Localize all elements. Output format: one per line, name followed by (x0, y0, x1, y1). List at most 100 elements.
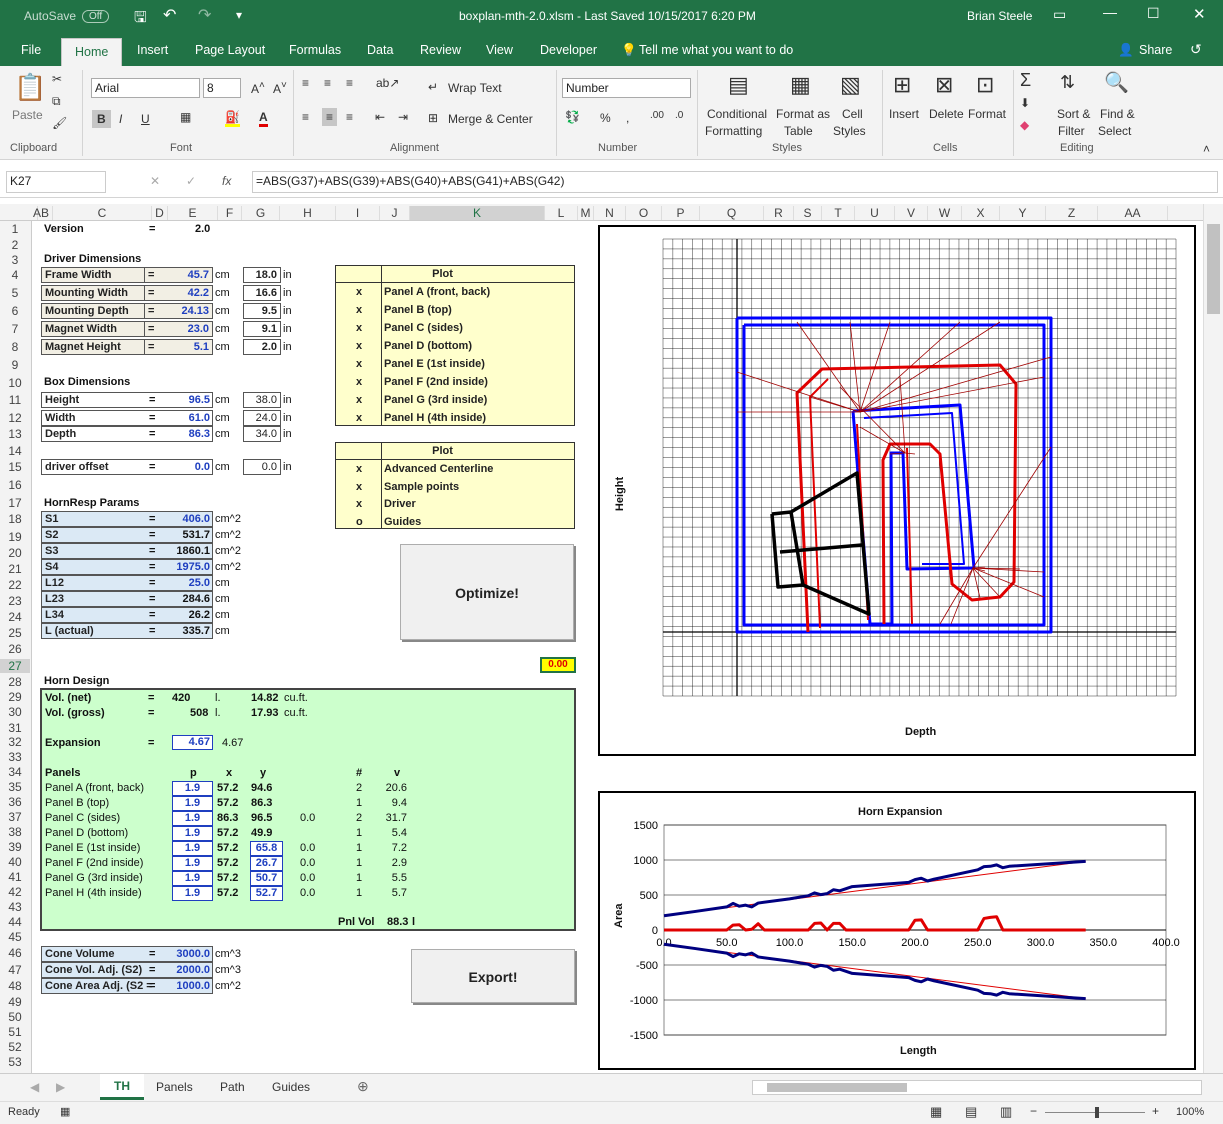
row-header-25[interactable]: 25 (0, 626, 30, 640)
row-header-6[interactable]: 6 (0, 304, 30, 318)
delete-cells-button[interactable]: Delete (929, 107, 964, 121)
tab-review[interactable]: Review (420, 43, 461, 57)
row-header-49[interactable]: 49 (0, 995, 30, 1009)
tab-sheet-th[interactable]: TH (100, 1074, 144, 1100)
name-box[interactable]: K27 (6, 171, 106, 193)
export-button[interactable]: Export! (411, 949, 575, 1003)
row-header-5[interactable]: 5 (0, 286, 30, 300)
cone-value[interactable]: 1000.0 (163, 979, 210, 993)
row-header-8[interactable]: 8 (0, 340, 30, 354)
accounting-icon[interactable]: 💱 (565, 110, 580, 124)
layout-chart[interactable]: Depth Height (598, 225, 1196, 756)
panel-p-input[interactable]: 1.9 (172, 856, 213, 871)
vertical-scrollbar[interactable] (1203, 204, 1223, 1073)
autosave-toggle[interactable]: Off (82, 10, 110, 23)
offset-in-value[interactable]: 0.0 (243, 459, 281, 475)
row-header-21[interactable]: 21 (0, 562, 30, 576)
panel-y-input[interactable]: 50.7 (250, 871, 283, 886)
font-size-box[interactable]: 8 (203, 78, 241, 98)
normal-view-icon[interactable]: ▦ (930, 1104, 942, 1120)
undo-icon[interactable]: ↶ (163, 5, 176, 25)
box-cm-value[interactable]: 61.0 (170, 411, 210, 425)
redo-icon[interactable]: ↷ (198, 5, 211, 25)
format-cells-button[interactable]: Format (968, 107, 1006, 121)
row-header-46[interactable]: 46 (0, 946, 30, 960)
row-header-51[interactable]: 51 (0, 1025, 30, 1039)
row-header-33[interactable]: 33 (0, 750, 30, 764)
row-header-30[interactable]: 30 (0, 705, 30, 719)
hornresp-value[interactable]: 1975.0 (163, 560, 210, 574)
align-left-icon[interactable]: ≡ (302, 110, 309, 124)
hornresp-value[interactable]: 1860.1 (163, 544, 210, 558)
row-header-40[interactable]: 40 (0, 855, 30, 869)
conditional-formatting-button[interactable]: Conditional (707, 107, 767, 121)
shrink-font-icon[interactable]: A˅ (273, 80, 287, 96)
row-header-35[interactable]: 35 (0, 780, 30, 794)
row-header-31[interactable]: 31 (0, 721, 30, 735)
col-header-J[interactable]: J (380, 206, 410, 220)
row-header-24[interactable]: 24 (0, 610, 30, 624)
col-header-C[interactable]: C (53, 206, 152, 220)
tab-developer[interactable]: Developer (540, 43, 597, 57)
align-bottom-icon[interactable]: ≡ (346, 76, 353, 90)
worksheet-grid[interactable]: Version = 2.0 Driver Dimensions Frame Wi… (33, 221, 1203, 1073)
row-header-38[interactable]: 38 (0, 825, 30, 839)
row-header-44[interactable]: 44 (0, 915, 30, 929)
insert-cells-button[interactable]: Insert (889, 107, 919, 121)
col-header-M[interactable]: M (578, 206, 594, 220)
box-cm-value[interactable]: 96.5 (170, 393, 210, 407)
col-header-F[interactable]: F (218, 206, 242, 220)
col-header-AA[interactable]: AA (1098, 206, 1168, 220)
col-header-I[interactable]: I (336, 206, 380, 220)
row-header-28[interactable]: 28 (0, 675, 30, 689)
row-header-52[interactable]: 52 (0, 1040, 30, 1054)
align-right-icon[interactable]: ≡ (346, 110, 353, 124)
cancel-icon[interactable]: ✕ (150, 174, 160, 188)
col-header-O[interactable]: O (626, 206, 662, 220)
paste-icon[interactable]: 📋 (14, 72, 46, 103)
row-header-37[interactable]: 37 (0, 810, 30, 824)
add-sheet-icon[interactable]: ⊕ (357, 1078, 369, 1095)
plot-mark[interactable]: x (356, 339, 362, 353)
driver-cm-value[interactable]: 5.1 (170, 339, 213, 355)
row-header-23[interactable]: 23 (0, 594, 30, 608)
row-header-39[interactable]: 39 (0, 840, 30, 854)
zoom-out-icon[interactable]: − (1030, 1104, 1037, 1118)
row-header-36[interactable]: 36 (0, 795, 30, 809)
zoom-in-icon[interactable]: + (1152, 1104, 1159, 1118)
hornresp-value[interactable]: 406.0 (163, 512, 210, 526)
tab-data[interactable]: Data (367, 43, 393, 57)
tab-home[interactable]: Home (61, 38, 123, 66)
fill-color-icon[interactable]: ⛽ (225, 110, 240, 127)
row-header-9[interactable]: 9 (0, 358, 30, 372)
customize-qat-icon[interactable]: ▾ (236, 8, 242, 22)
row-header-19[interactable]: 19 (0, 530, 30, 544)
row-header-2[interactable]: 2 (0, 238, 30, 252)
plot-mark[interactable]: x (356, 462, 362, 476)
page-layout-view-icon[interactable]: ▤ (965, 1104, 977, 1120)
close-icon[interactable]: ✕ (1193, 5, 1206, 23)
panel-p-input[interactable]: 1.9 (172, 781, 213, 796)
format-as-table-button[interactable]: Format as (776, 107, 830, 121)
row-header-43[interactable]: 43 (0, 900, 30, 914)
driver-cm-value[interactable]: 23.0 (170, 321, 213, 337)
panel-p-input[interactable]: 1.9 (172, 811, 213, 826)
col-header-L[interactable]: L (545, 206, 578, 220)
row-header-7[interactable]: 7 (0, 322, 30, 336)
box-in-value[interactable]: 34.0 (243, 426, 281, 442)
percent-icon[interactable]: % (600, 111, 611, 125)
col-header-X[interactable]: X (962, 206, 1000, 220)
plot-mark[interactable]: x (356, 393, 362, 407)
tab-sheet-panels[interactable]: Panels (156, 1080, 193, 1094)
col-header-S[interactable]: S (794, 206, 822, 220)
tell-me-search[interactable]: Tell me what you want to do (639, 43, 793, 57)
align-middle-icon[interactable]: ≡ (324, 76, 331, 90)
col-header-R[interactable]: R (764, 206, 794, 220)
row-header-17[interactable]: 17 (0, 496, 30, 510)
format-painter-icon[interactable]: 🖌 (52, 116, 67, 130)
col-header-B[interactable]: B (38, 206, 53, 220)
fill-icon[interactable]: ⬇ (1020, 96, 1030, 110)
tab-page-layout[interactable]: Page Layout (195, 43, 265, 57)
decrease-indent-icon[interactable]: ⇤ (375, 110, 385, 124)
hornresp-value[interactable]: 25.0 (163, 576, 210, 590)
